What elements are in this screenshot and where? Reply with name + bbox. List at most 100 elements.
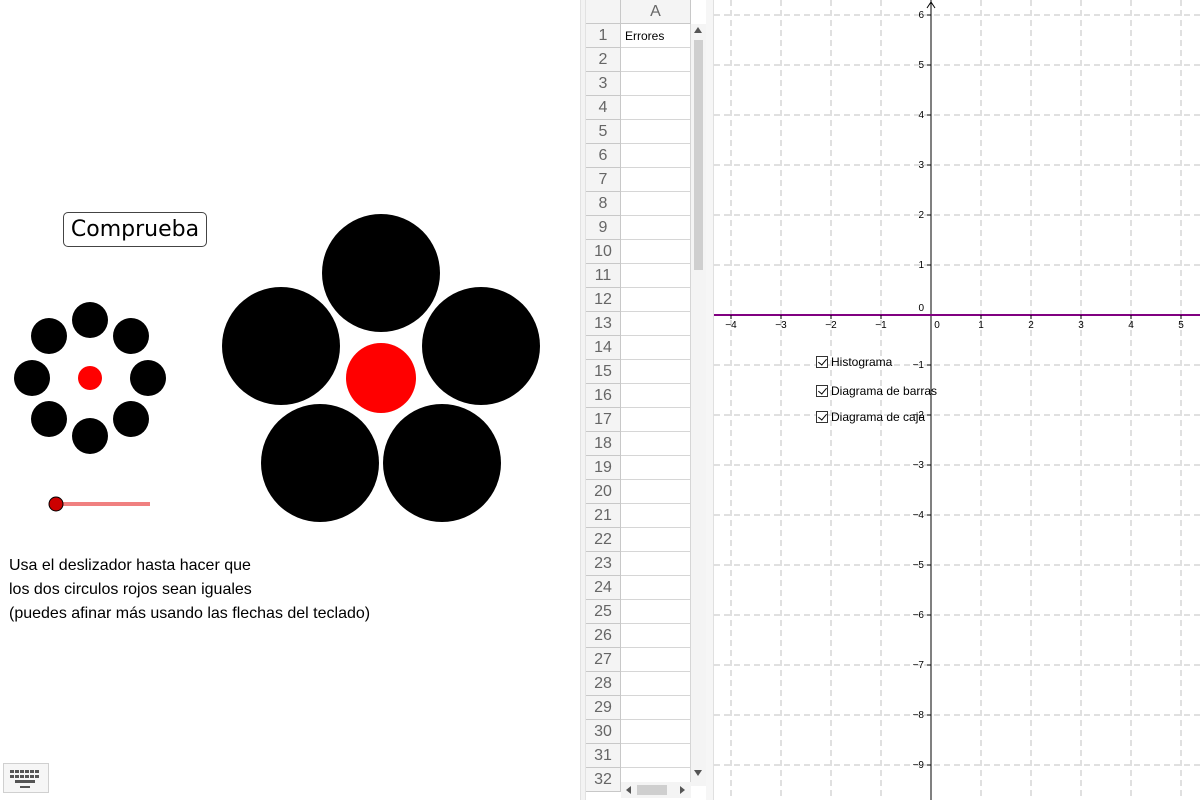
spreadsheet-row: 16 bbox=[586, 384, 692, 408]
row-header[interactable]: 8 bbox=[586, 192, 621, 216]
cell-a23[interactable] bbox=[621, 552, 691, 576]
row-header[interactable]: 23 bbox=[586, 552, 621, 576]
cell-a28[interactable] bbox=[621, 672, 691, 696]
row-header[interactable]: 25 bbox=[586, 600, 621, 624]
column-header-a[interactable]: A bbox=[621, 0, 691, 24]
spreadsheet-row: 21 bbox=[586, 504, 692, 528]
row-header[interactable]: 32 bbox=[586, 768, 621, 792]
row-header[interactable]: 6 bbox=[586, 144, 621, 168]
row-header[interactable]: 16 bbox=[586, 384, 621, 408]
scroll-down-icon[interactable] bbox=[694, 770, 702, 776]
vertical-scrollbar[interactable] bbox=[691, 24, 706, 786]
row-header[interactable]: 12 bbox=[586, 288, 621, 312]
cell-a26[interactable] bbox=[621, 624, 691, 648]
cell-a24[interactable] bbox=[621, 576, 691, 600]
cell-a8[interactable] bbox=[621, 192, 691, 216]
scroll-left-icon[interactable] bbox=[626, 786, 631, 794]
checkbox-diagrama-de-barras[interactable]: Diagrama de barras bbox=[816, 384, 937, 398]
slider-handle[interactable] bbox=[48, 496, 64, 512]
cell-a1[interactable]: Errores bbox=[621, 24, 691, 48]
cell-a17[interactable] bbox=[621, 408, 691, 432]
instruction-line: Usa el deslizador hasta hacer que bbox=[9, 557, 251, 574]
row-header[interactable]: 3 bbox=[586, 72, 621, 96]
spreadsheet-row: 7 bbox=[586, 168, 692, 192]
spreadsheet-row: 15 bbox=[586, 360, 692, 384]
y-tick-label: −6 bbox=[913, 610, 925, 621]
cell-a14[interactable] bbox=[621, 336, 691, 360]
cell-a11[interactable] bbox=[621, 264, 691, 288]
cell-a27[interactable] bbox=[621, 648, 691, 672]
row-header[interactable]: 28 bbox=[586, 672, 621, 696]
row-header[interactable]: 19 bbox=[586, 456, 621, 480]
row-header[interactable]: 4 bbox=[586, 96, 621, 120]
cell-a18[interactable] bbox=[621, 432, 691, 456]
spreadsheet-row: 13 bbox=[586, 312, 692, 336]
coordinate-grid[interactable]: −4 −3 −2 −1 0 1 2 3 4 5654321−1−2−3−4−5−6−7−8−90 bbox=[706, 0, 1200, 800]
checkbox-label: Diagrama de caja bbox=[831, 410, 926, 424]
row-header[interactable]: 31 bbox=[586, 744, 621, 768]
row-header[interactable]: 7 bbox=[586, 168, 621, 192]
cell-a5[interactable] bbox=[621, 120, 691, 144]
cell-a16[interactable] bbox=[621, 384, 691, 408]
small-surround-circle bbox=[14, 360, 50, 396]
scroll-up-icon[interactable] bbox=[694, 27, 702, 33]
row-header[interactable]: 21 bbox=[586, 504, 621, 528]
row-header[interactable]: 1 bbox=[586, 24, 621, 48]
large-surround-circle bbox=[383, 404, 501, 522]
cell-a29[interactable] bbox=[621, 696, 691, 720]
cell-a6[interactable] bbox=[621, 144, 691, 168]
row-header[interactable]: 26 bbox=[586, 624, 621, 648]
row-header[interactable]: 29 bbox=[586, 696, 621, 720]
keyboard-button[interactable] bbox=[3, 763, 49, 793]
scroll-right-icon[interactable] bbox=[680, 786, 685, 794]
cell-a2[interactable] bbox=[621, 48, 691, 72]
cell-a20[interactable] bbox=[621, 480, 691, 504]
spreadsheet-row: 30 bbox=[586, 720, 692, 744]
horizontal-scroll-thumb[interactable] bbox=[637, 785, 667, 795]
row-header[interactable]: 14 bbox=[586, 336, 621, 360]
cell-a4[interactable] bbox=[621, 96, 691, 120]
spreadsheet-view: A 1 Errores 2 3 4 5 6 7 8 9 10 11 12 13 14 15 16 17 18 19 20… bbox=[586, 0, 706, 800]
row-header[interactable]: 27 bbox=[586, 648, 621, 672]
cell-a9[interactable] bbox=[621, 216, 691, 240]
row-header[interactable]: 22 bbox=[586, 528, 621, 552]
row-header[interactable]: 13 bbox=[586, 312, 621, 336]
spreadsheet-row: 2 bbox=[586, 48, 692, 72]
row-header[interactable]: 9 bbox=[586, 216, 621, 240]
graphics-view-2[interactable]: −4 −3 −2 −1 0 1 2 3 4 5 6 5 4 3 2 1 −1 −2 −3 −4 −5 −6 −7 −8 −9 0 bbox=[706, 0, 1200, 800]
cell-a12[interactable] bbox=[621, 288, 691, 312]
cell-a13[interactable] bbox=[621, 312, 691, 336]
row-header[interactable]: 2 bbox=[586, 48, 621, 72]
spreadsheet-row: 14 bbox=[586, 336, 692, 360]
checkbox-diagrama-de-caja[interactable]: Diagrama de caja bbox=[816, 410, 925, 424]
checkbox-histograma[interactable]: Histograma bbox=[816, 355, 892, 369]
cell-a3[interactable] bbox=[621, 72, 691, 96]
row-header[interactable]: 20 bbox=[586, 480, 621, 504]
cell-a25[interactable] bbox=[621, 600, 691, 624]
row-header[interactable]: 18 bbox=[586, 432, 621, 456]
cell-a21[interactable] bbox=[621, 504, 691, 528]
checkbox-checked-icon[interactable] bbox=[816, 356, 828, 368]
x-tick-label: 0 bbox=[934, 320, 940, 331]
cell-a30[interactable] bbox=[621, 720, 691, 744]
row-header[interactable]: 15 bbox=[586, 360, 621, 384]
horizontal-scrollbar[interactable] bbox=[621, 782, 691, 798]
row-header[interactable]: 5 bbox=[586, 120, 621, 144]
select-all-corner[interactable] bbox=[586, 0, 621, 24]
cell-a31[interactable] bbox=[621, 744, 691, 768]
row-header[interactable]: 24 bbox=[586, 576, 621, 600]
row-header[interactable]: 10 bbox=[586, 240, 621, 264]
checkbox-checked-icon[interactable] bbox=[816, 411, 828, 423]
cell-a19[interactable] bbox=[621, 456, 691, 480]
checkbox-checked-icon[interactable] bbox=[816, 385, 828, 397]
cell-a7[interactable] bbox=[621, 168, 691, 192]
row-header[interactable]: 17 bbox=[586, 408, 621, 432]
small-surround-circle bbox=[31, 318, 67, 354]
cell-a15[interactable] bbox=[621, 360, 691, 384]
y-tick-label: 1 bbox=[918, 260, 924, 271]
cell-a10[interactable] bbox=[621, 240, 691, 264]
row-header[interactable]: 11 bbox=[586, 264, 621, 288]
row-header[interactable]: 30 bbox=[586, 720, 621, 744]
vertical-scroll-thumb[interactable] bbox=[694, 40, 703, 270]
cell-a22[interactable] bbox=[621, 528, 691, 552]
